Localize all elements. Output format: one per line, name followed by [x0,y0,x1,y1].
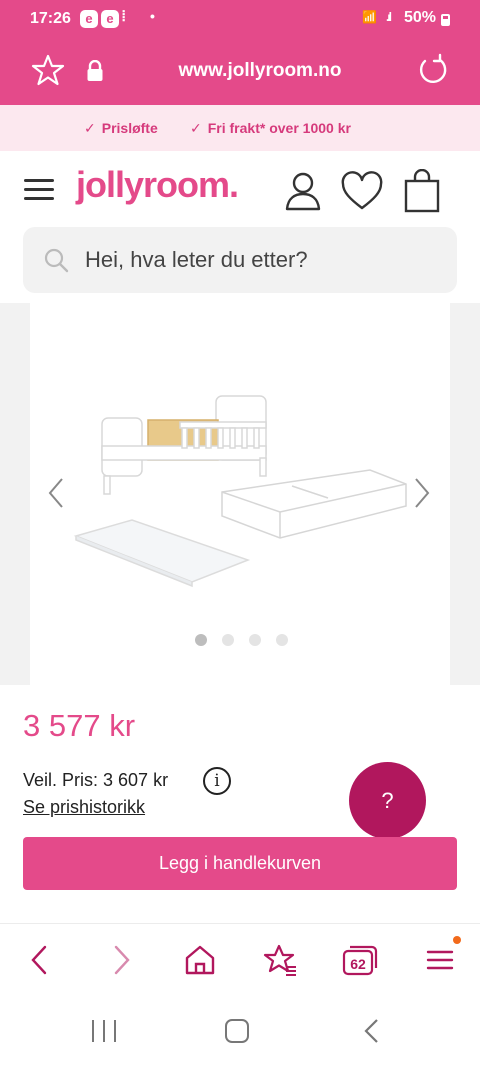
signal-icon: .ıl [386,10,392,24]
system-nav-bar [0,995,480,1067]
shopping-bag-icon[interactable] [403,169,441,213]
browser-bottom-nav: 62 [0,923,480,995]
home-button-icon[interactable] [221,1017,253,1045]
check-icon: ✓ [190,120,202,136]
audio-wave-icon: ⦙ [122,8,126,25]
carousel-dot-active[interactable] [195,634,207,646]
site-header: jollyroom. [0,151,480,229]
help-button[interactable]: ? [349,762,426,839]
recommended-price: Veil. Pris: 3 607 kr [23,770,169,790]
home-icon[interactable] [182,942,218,978]
chevron-right-icon[interactable] [410,475,434,511]
promo-item: ✓ Prisløfte [84,120,158,137]
carousel-dot[interactable] [276,634,288,646]
info-icon[interactable]: i [203,767,231,795]
tab-count: 62 [350,956,366,972]
promo-label: Prisløfte [101,120,158,136]
check-icon: ✓ [84,120,96,136]
wishlist-heart-icon[interactable] [340,171,384,211]
reload-icon[interactable] [414,52,450,88]
promo-strip: ✓ Prisløfte ✓ Fri frakt* over 1000 kr [0,105,480,151]
site-logo[interactable]: jollyroom. [76,164,239,206]
status-time: 17:26 [30,10,71,27]
back-arrow-icon[interactable] [22,942,58,978]
search-input[interactable] [85,239,445,281]
url-text[interactable]: www.jollyroom.no [130,60,390,82]
battery-percent: 50% [404,9,437,26]
hamburger-menu-icon[interactable] [24,179,54,201]
menu-icon[interactable] [422,942,458,978]
product-price: 3 577 kr [23,708,136,743]
url-bar: www.jollyroom.no [0,40,480,105]
battery-icon [441,14,450,26]
promo-item: ✓ Fri frakt* over 1000 kr [190,120,351,137]
promo-label: Fri frakt* over 1000 kr [207,120,351,136]
product-gallery [0,303,480,685]
carousel-dots[interactable] [195,633,305,647]
forward-arrow-icon[interactable] [103,942,139,978]
notification-dot [453,936,461,944]
status-bar: 17:26 e e ⦙ • 📶 .ıl 50% [0,0,480,40]
bookmark-star-icon[interactable] [30,52,66,88]
carousel-dot[interactable] [249,634,261,646]
notification-badge: e [80,10,98,28]
product-image[interactable] [70,388,410,588]
search-icon [44,248,69,273]
search-bar [23,227,457,293]
notification-dot-icon: • [150,8,155,24]
user-icon[interactable] [284,171,322,211]
wifi-icon: 📶 [362,10,377,24]
browser-top-bar: 17:26 e e ⦙ • 📶 .ıl 50% www.jollyroom.no [0,0,480,105]
bookmarks-star-icon[interactable] [262,942,298,978]
lock-icon[interactable] [86,60,104,82]
notification-badge: e [101,10,119,28]
chevron-left-icon[interactable] [44,475,68,511]
add-to-cart-button[interactable]: Legg i handlekurven [23,837,457,890]
tabs-icon[interactable]: 62 [342,942,378,978]
recent-apps-icon[interactable] [88,1017,120,1045]
price-history-link[interactable]: Se prishistorikk [23,797,145,818]
system-back-icon[interactable] [357,1017,389,1045]
carousel-dot[interactable] [222,634,234,646]
